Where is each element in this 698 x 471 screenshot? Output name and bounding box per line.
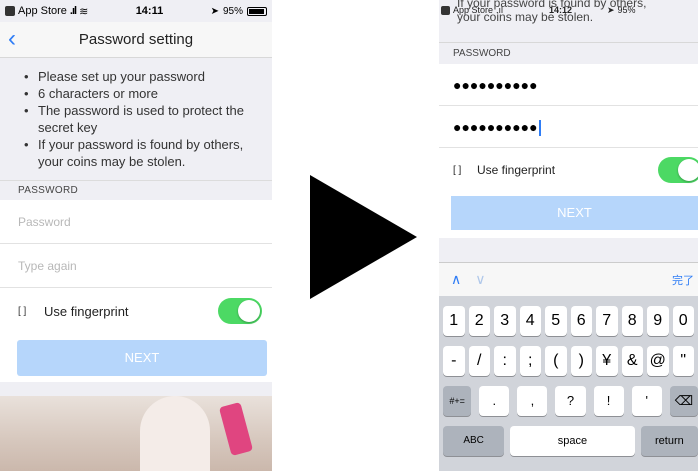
status-time: 14:12 — [549, 5, 573, 15]
key[interactable]: ? — [555, 386, 586, 416]
fingerprint-toggle[interactable] — [218, 298, 262, 324]
key[interactable]: ( — [545, 346, 567, 376]
password-form: Password Type again [ ] Use fingerprint — [0, 200, 272, 334]
wifi-icon: ≋ — [79, 5, 89, 18]
next-button[interactable]: NEXT — [451, 196, 698, 230]
keyboard-row-bottom: ABC space return — [443, 426, 698, 456]
confirm-password-input[interactable]: Type again — [0, 244, 272, 288]
note-item: If your password is found by others, you… — [22, 136, 260, 170]
left-screen: App Store .ıl ≋ 14:11 ➤ 95% ‹ Password s… — [0, 0, 272, 471]
status-carrier: App Store — [18, 5, 67, 17]
text-caret — [538, 120, 541, 137]
key[interactable]: ) — [570, 346, 592, 376]
note-item: 6 characters or more — [22, 85, 260, 102]
password-section-header: PASSWORD — [439, 42, 698, 64]
status-battery-percent: 95% — [222, 5, 243, 17]
key[interactable]: 4 — [519, 306, 541, 336]
keyboard-toolbar: ∧ ∨ 完了 — [439, 262, 698, 296]
key[interactable]: - — [443, 346, 465, 376]
nav-bar: ‹ Password setting — [0, 22, 272, 58]
key-space[interactable]: space — [510, 426, 635, 456]
key[interactable]: @ — [647, 346, 669, 376]
fingerprint-row: [ ] Use fingerprint — [439, 148, 698, 192]
password-section-header: PASSWORD — [0, 180, 272, 200]
next-button[interactable]: NEXT — [17, 340, 267, 376]
key[interactable]: , — [517, 386, 548, 416]
fingerprint-label: Use fingerprint — [44, 303, 129, 319]
password-notes: Please set up your password 6 characters… — [0, 58, 272, 180]
note-item: Please set up your password — [22, 68, 260, 85]
key[interactable]: 9 — [647, 306, 669, 336]
key[interactable]: 8 — [621, 306, 643, 336]
signal-icon: .ıl — [496, 5, 504, 15]
key[interactable]: 0 — [672, 306, 694, 336]
key[interactable]: ! — [593, 386, 624, 416]
back-to-app-icon[interactable] — [5, 6, 15, 16]
key[interactable]: : — [494, 346, 516, 376]
fingerprint-icon: [ ] — [18, 305, 27, 317]
key[interactable]: 7 — [596, 306, 618, 336]
keyboard-done-button[interactable]: 完了 — [672, 272, 694, 288]
status-bar: If your password is found by others, you… — [439, 0, 698, 24]
password-value: ●●●●●●●●●● — [453, 77, 538, 93]
confirm-password-value: ●●●●●●●●●● — [453, 119, 538, 135]
back-to-app-icon[interactable] — [441, 5, 450, 15]
key[interactable]: ¥ — [596, 346, 618, 376]
key[interactable]: 5 — [545, 306, 567, 336]
password-input[interactable]: ●●●●●●●●●● — [439, 64, 698, 106]
key[interactable]: ' — [631, 386, 662, 416]
key[interactable]: 2 — [468, 306, 490, 336]
key-abc[interactable]: ABC — [443, 426, 505, 456]
confirm-password-input[interactable]: ●●●●●●●●●● — [439, 106, 698, 148]
key[interactable]: / — [468, 346, 490, 376]
key[interactable]: 1 — [443, 306, 465, 336]
status-bar: App Store .ıl ≋ 14:11 ➤ 95% — [0, 0, 272, 22]
key[interactable]: . — [479, 386, 510, 416]
right-screen: If your password is found by others, you… — [439, 0, 698, 471]
key[interactable]: 3 — [494, 306, 516, 336]
key-more-symbols[interactable]: #+= — [443, 386, 472, 416]
fingerprint-label: Use fingerprint — [477, 163, 556, 177]
right-arrow-icon — [310, 175, 417, 299]
location-icon: ➤ — [607, 4, 615, 15]
status-battery-percent: 95% — [617, 4, 636, 15]
signal-icon: .ıl — [69, 5, 77, 17]
backspace-icon[interactable]: ⌫ — [669, 386, 698, 416]
fingerprint-icon: [ ] — [453, 164, 462, 176]
status-carrier: App Store — [453, 5, 494, 15]
next-field-icon[interactable]: ∨ — [475, 271, 485, 288]
back-chevron-icon[interactable]: ‹ — [8, 26, 28, 52]
previous-field-icon[interactable]: ∧ — [451, 271, 461, 288]
battery-icon — [247, 6, 267, 16]
location-icon: ➤ — [210, 5, 219, 17]
page-title: Password setting — [78, 31, 194, 48]
password-input[interactable]: Password — [0, 200, 272, 244]
key[interactable]: & — [621, 346, 643, 376]
fingerprint-toggle[interactable] — [658, 157, 698, 183]
keyboard: 1 2 3 4 5 6 7 8 9 0 - / : ; ( ) ¥ & @ " … — [439, 296, 698, 471]
note-item: The password is used to protect the secr… — [22, 102, 260, 136]
status-time: 14:11 — [135, 5, 164, 17]
key[interactable]: 6 — [570, 306, 592, 336]
key[interactable]: " — [672, 346, 694, 376]
key-return[interactable]: return — [640, 426, 698, 456]
key[interactable]: ; — [519, 346, 541, 376]
banner-image — [0, 396, 272, 471]
keyboard-row-punctuation: #+= . , ? ! ' ⌫ — [443, 386, 698, 416]
keyboard-row-symbols: - / : ; ( ) ¥ & @ " — [443, 346, 698, 376]
password-form: ●●●●●●●●●● ●●●●●●●●●● [ ] Use fingerprin… — [439, 64, 698, 192]
fingerprint-row: [ ] Use fingerprint — [0, 288, 272, 334]
keyboard-row-numbers: 1 2 3 4 5 6 7 8 9 0 — [443, 306, 698, 336]
